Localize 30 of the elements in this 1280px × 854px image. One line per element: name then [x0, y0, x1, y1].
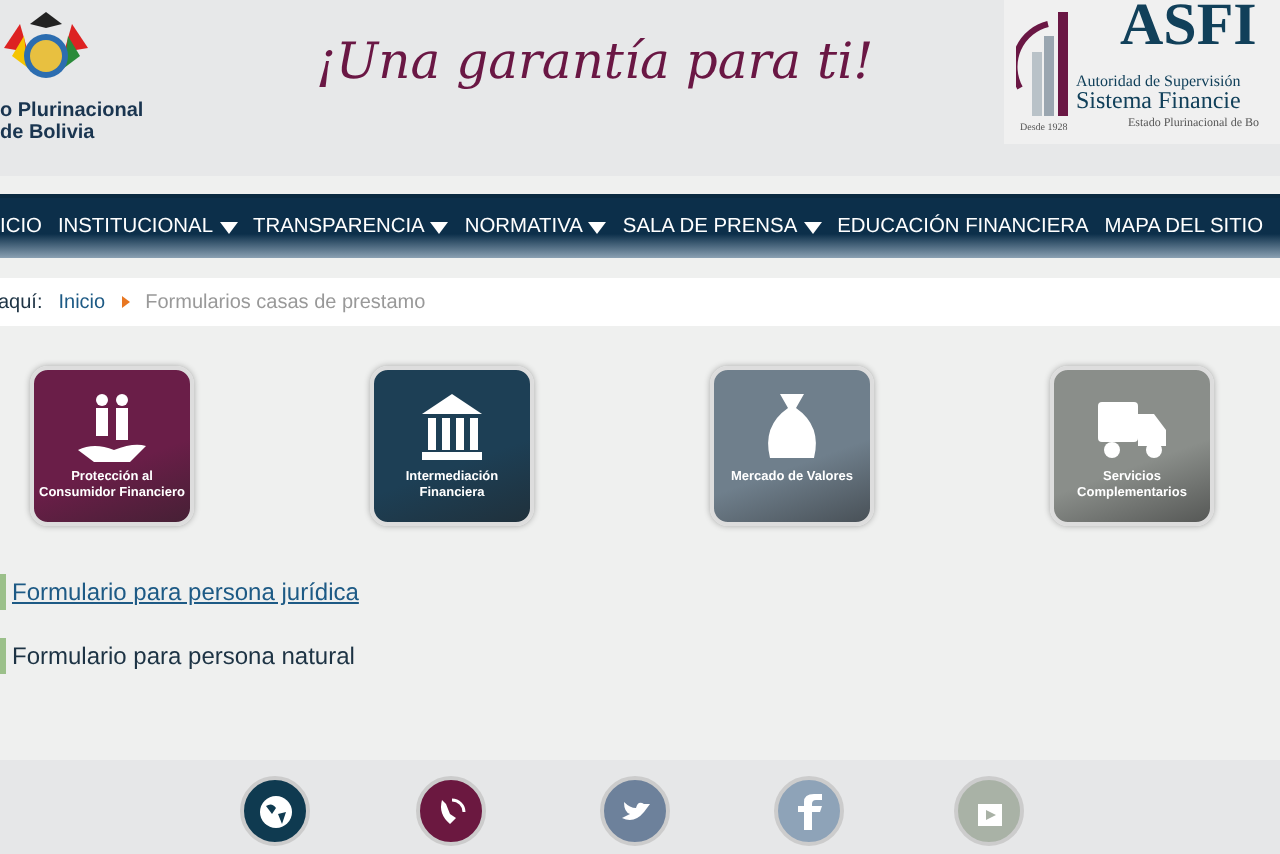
nav-item[interactable]: SALA DE PRENSA	[622, 212, 822, 244]
logo-text: Autoridad de Supervisión	[1076, 74, 1241, 90]
caret-icon	[219, 221, 237, 234]
breadcrumb-current: Formularios casas de prestamo	[145, 289, 426, 317]
caret-icon	[803, 221, 822, 234]
slogan: ¡Una garantía para ti!	[316, 30, 874, 94]
bird-button[interactable]	[600, 776, 670, 846]
logo-acronym: ASFI	[1120, 0, 1257, 56]
nav-item[interactable]: NORMATIVA	[464, 212, 607, 244]
bar-chart-logo-icon	[1016, 8, 1072, 116]
globe-button[interactable]	[240, 776, 310, 846]
nav-item[interactable]: MAPA DEL SITIO	[1104, 212, 1264, 244]
logo-text: Sistema Financie	[1076, 88, 1241, 112]
f-button[interactable]	[774, 776, 844, 846]
form-link[interactable]: Formulario para persona natural	[0, 638, 355, 674]
globe-icon	[257, 793, 293, 829]
coat-caption: de Bolivia	[0, 122, 97, 144]
people-icon	[74, 390, 150, 462]
breadcrumb-link[interactable]: Inicio	[58, 287, 106, 317]
coat-caption: o Plurinacional	[0, 100, 144, 122]
play-button[interactable]	[954, 776, 1024, 846]
form-link[interactable]: Formulario para persona jurídica	[0, 574, 359, 610]
phone-button[interactable]	[416, 776, 486, 846]
nav-item[interactable]: TRANSPARENCIA	[253, 212, 449, 244]
nav-item[interactable]: INSTITUCIONAL	[57, 212, 237, 244]
nav-item[interactable]: ICIO	[0, 212, 42, 244]
caret-icon	[588, 221, 607, 234]
caret-icon	[430, 221, 449, 234]
nav-item[interactable]: EDUCACIÓN FINANCIERA	[837, 212, 1089, 244]
chevron-icon	[121, 296, 130, 308]
